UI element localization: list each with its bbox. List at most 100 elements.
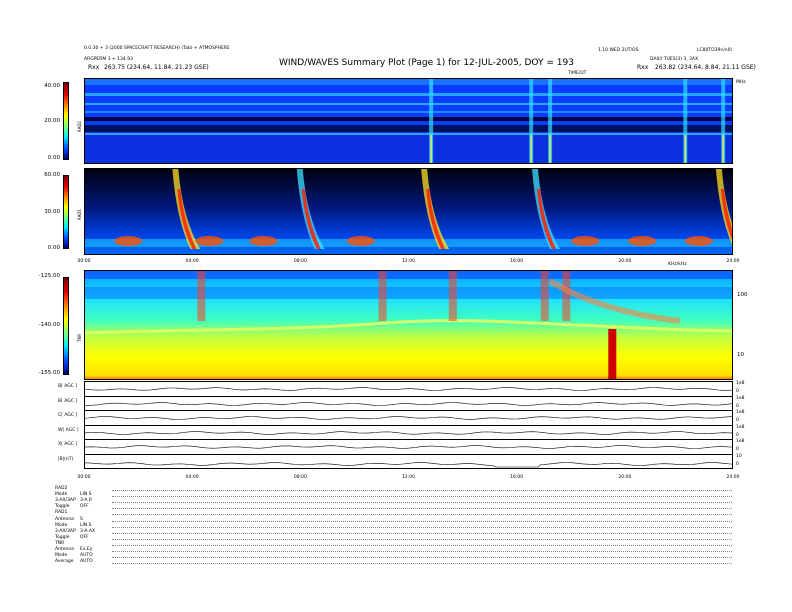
time-ut-label: TIME/UT	[568, 71, 587, 76]
tnr-burst	[448, 271, 457, 321]
rad1-label: RAD1	[77, 209, 82, 220]
time-axis-bottom-tick: 24:00	[726, 475, 740, 480]
rad2-band	[85, 103, 732, 105]
rad2-dark-band	[85, 125, 732, 132]
time-axis-top-tick: 20:00	[618, 259, 632, 264]
setting-dotted-line	[112, 563, 732, 565]
setting-value: OFF	[80, 534, 89, 540]
rad2-band	[85, 79, 732, 85]
rad2-burst-core	[684, 135, 687, 163]
setting-dotted-line	[112, 538, 732, 540]
header-info-left-1: 0.0.30 + 3 (2000 SPACECRAFT RESEARCH) (T…	[84, 46, 230, 51]
line-panel-label: B[ AGC ]	[58, 384, 78, 389]
setting-dotted-line	[112, 514, 732, 516]
line-panel-right-top: 1e8	[736, 381, 745, 386]
setting-dotted-line	[112, 557, 732, 559]
line-panel-right-top: 1e8	[736, 439, 745, 444]
header-range-left-label: Rxx	[88, 64, 100, 71]
rad2-colorbar	[63, 82, 69, 160]
tnr-spectrogram-svg	[85, 271, 732, 379]
tnr-ytick-top: -125.00	[38, 273, 60, 279]
line-panel-right-bot: 0	[736, 447, 739, 452]
rad2-spectrogram-svg	[85, 79, 732, 163]
setting-key: RAD2	[55, 486, 68, 491]
rad2-burst-core	[430, 135, 433, 163]
line-panel-right-top: 1e8	[736, 410, 745, 415]
time-axis-top-tick: 00:00	[77, 259, 91, 264]
header-range-right-value: 263.82 (234.64, 8.84, 21.11 GSE)	[655, 64, 756, 71]
setting-key: Average	[55, 559, 74, 565]
setting-value: AUTO	[80, 559, 93, 565]
tnr-band	[85, 287, 732, 299]
header-info-right-3: DAILY TUES(3) 3, 3AX	[650, 57, 699, 62]
rad2-low-band	[85, 135, 732, 163]
rad2-band	[85, 133, 732, 135]
setting-dotted-line	[112, 490, 732, 491]
line-panel-right-bot: 0	[736, 389, 739, 394]
setting-key: Toggle	[55, 534, 70, 540]
setting-value: OFF	[80, 504, 89, 510]
rad1-colorbar	[63, 175, 69, 249]
tnr-right-tick-100: 100	[737, 292, 748, 298]
line-panel	[84, 381, 734, 397]
line-panel-trace	[84, 444, 734, 449]
setting-value: LIN S	[80, 522, 92, 528]
line-panel-right-top: 10	[736, 453, 742, 459]
setting-dotted-line	[112, 508, 732, 510]
tnr-burst	[540, 271, 549, 321]
tnr-burst	[197, 271, 206, 321]
setting-dotted-line	[112, 502, 732, 504]
line-panel-right-top: 1e8	[736, 395, 745, 401]
rad1-lf-blob	[249, 236, 278, 246]
line-panel-label: W[ AGC ]	[58, 427, 79, 433]
line-panel	[84, 395, 734, 411]
header-info-right-1: 1.10 WED 2UT/OS	[598, 48, 639, 53]
line-panel-trace-svg	[85, 462, 734, 468]
tnr-red-spike	[608, 329, 617, 379]
rad1-lf-blob	[114, 236, 143, 246]
setting-value: Ex,Ey	[80, 547, 93, 552]
setting-key: Mode	[55, 522, 68, 528]
rad2-band	[85, 93, 732, 96]
setting-value: 3-A.P.	[80, 498, 93, 504]
setting-dotted-line	[112, 496, 732, 498]
rad2-burst-core	[549, 135, 552, 163]
line-panel-right-top: 1e8	[736, 424, 745, 430]
time-axis-bottom-tick: 12:00	[402, 475, 415, 480]
header-range-right-label: Rxx	[637, 64, 649, 71]
setting-key: Antenna	[55, 516, 74, 522]
setting-dotted-line	[112, 532, 732, 534]
line-panel-right-bot: 0	[736, 403, 739, 409]
setting-value: 3-A.AX	[80, 528, 95, 534]
rad1-lf-blob	[195, 236, 224, 246]
page-title: WIND/WAVES Summary Plot (Page 1) for 12-…	[279, 58, 574, 68]
setting-dotted-line	[112, 526, 732, 528]
setting-key: 3-AX/3AP	[55, 498, 76, 504]
tnr-burst	[378, 271, 387, 321]
time-axis-top-tick: 24:00	[726, 259, 740, 264]
time-axis-bottom-tick: 16:00	[510, 475, 524, 480]
tnr-burst	[562, 271, 571, 321]
setting-dotted-line	[112, 520, 732, 522]
rad2-band	[85, 111, 732, 113]
time-axis-top-tick: 04:00	[185, 259, 199, 264]
tnr-label: TNR	[77, 333, 82, 342]
line-panel-trace	[85, 462, 734, 468]
line-panel	[84, 424, 734, 440]
line-panel-label: C[ AGC ]	[58, 413, 78, 418]
rad2-burst-core	[722, 135, 725, 163]
line-panel-label: |B|(nT)	[58, 456, 74, 462]
rad1-lf-blob	[346, 236, 375, 246]
rad1-lf-blob	[628, 236, 657, 246]
header-range-left-value: 263.75 (234.64, 11.84, 21.23 GSE)	[104, 64, 209, 71]
line-panel	[84, 439, 734, 455]
rad2-label: RAD2	[77, 121, 82, 132]
setting-dotted-line	[112, 544, 732, 546]
setting-key: RAD1	[55, 510, 68, 516]
line-panel-trace	[84, 402, 734, 406]
line-panel-right-bot: 0	[736, 461, 739, 467]
header-info-left-2: ARGPERM 3 + 134.93	[84, 57, 133, 62]
tnr-spectrogram	[84, 270, 733, 380]
setting-key: Mode	[55, 553, 68, 559]
setting-dotted-line	[112, 551, 732, 552]
